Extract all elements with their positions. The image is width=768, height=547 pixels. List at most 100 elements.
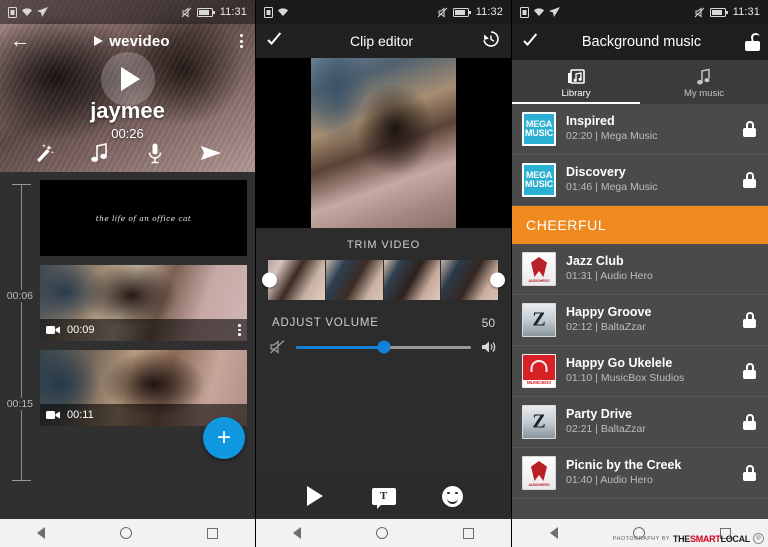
track-subtitle: 01:31 | Audio Hero xyxy=(566,270,653,283)
volume-slider-row[interactable] xyxy=(256,330,511,354)
nav-recents-icon[interactable] xyxy=(206,527,218,539)
brand-logo: wevideo xyxy=(26,33,238,50)
timeline[interactable]: 00:06 00:15 the life of an office cat 00… xyxy=(0,172,255,495)
nav-home-icon[interactable] xyxy=(375,527,388,539)
panel-clip-editor: 11:32 Clip editor TRIM VIDEO ADJUST VOLU… xyxy=(256,0,512,547)
panel-video-editor: 11:31 ← wevideo jaymee 00:26 00:06 00:15… xyxy=(0,0,256,547)
trim-handle-end[interactable] xyxy=(490,272,505,288)
nav-recents-icon[interactable] xyxy=(462,527,474,539)
nav-back-icon[interactable] xyxy=(549,527,558,539)
music-note-icon[interactable] xyxy=(83,139,117,167)
clip-duration: 00:09 xyxy=(67,324,95,336)
tab-library[interactable]: Library xyxy=(512,60,640,104)
track-subtitle: 02:20 | Mega Music xyxy=(566,130,658,143)
track-title: Inspired xyxy=(566,113,615,128)
ruler-mark-2: 00:15 xyxy=(0,398,38,410)
track-meta: Picnic by the Creek 01:40 | Audio Hero xyxy=(566,458,733,488)
album-art: MEGA MUSIC xyxy=(522,112,556,146)
lock-icon[interactable] xyxy=(743,363,756,379)
list-item[interactable]: AUDIOHERO Jazz Club 01:31 | Audio Hero xyxy=(512,244,768,295)
tab-label: My music xyxy=(683,88,725,99)
timeline-clip-2[interactable]: 00:11 xyxy=(40,350,247,426)
microphone-icon[interactable] xyxy=(138,139,172,167)
magic-wand-icon[interactable] xyxy=(27,139,61,167)
timeline-ruler: 00:06 00:15 xyxy=(0,180,38,495)
volume-section: ADJUST VOLUME 50 xyxy=(256,300,511,330)
lock-icon[interactable] xyxy=(743,121,756,137)
preview-tools xyxy=(0,139,255,167)
track-title: Happy Groove xyxy=(566,304,652,319)
list-item[interactable]: Z Party Drive 02:21 | BaltaZzar xyxy=(512,397,768,448)
nav-back-icon[interactable] xyxy=(37,527,46,539)
location-icon xyxy=(549,7,560,17)
check-icon[interactable] xyxy=(522,32,542,52)
track-meta: Party Drive 02:21 | BaltaZzar xyxy=(566,407,733,437)
status-bar: 11:31 xyxy=(512,0,768,24)
status-time: 11:31 xyxy=(732,6,760,18)
video-camera-icon xyxy=(46,410,60,420)
list-item[interactable]: AUDIOHERO Picnic by the Creek 01:40 | Au… xyxy=(512,448,768,499)
video-preview[interactable]: 11:31 ← wevideo jaymee 00:26 xyxy=(0,0,255,172)
timeline-clip-title[interactable]: the life of an office cat xyxy=(40,180,247,256)
category-header: CHEERFUL xyxy=(512,206,768,244)
add-clip-fab[interactable]: + xyxy=(203,417,245,459)
status-bar: 11:32 xyxy=(256,0,511,24)
status-time: 11:31 xyxy=(219,6,247,18)
album-art: Z xyxy=(522,303,556,337)
track-meta: Discovery 01:46 | Mega Music xyxy=(566,165,733,195)
track-list: MEGA MUSIC Inspired 02:20 | Mega Music ME… xyxy=(512,104,768,499)
timeline-clip-1[interactable]: 00:09 xyxy=(40,265,247,341)
three-panel-screenshot: 11:31 ← wevideo jaymee 00:26 00:06 00:15… xyxy=(0,0,768,547)
app-bar: Background music xyxy=(512,24,768,60)
volume-slider-knob[interactable] xyxy=(377,340,390,354)
unlock-icon[interactable] xyxy=(745,32,761,51)
share-icon[interactable] xyxy=(194,139,228,167)
mute-icon xyxy=(694,6,705,18)
lock-icon[interactable] xyxy=(743,414,756,430)
volume-up-icon[interactable] xyxy=(481,340,497,354)
track-meta: Inspired 02:20 | Mega Music xyxy=(566,114,733,144)
clip-preview[interactable] xyxy=(256,58,511,228)
android-nav-bar xyxy=(0,519,255,547)
list-item[interactable]: MUSICBOX Happy Go Ukelele 01:10 | MusicB… xyxy=(512,346,768,397)
battery-icon xyxy=(196,7,215,17)
location-icon xyxy=(37,7,48,17)
play-button[interactable] xyxy=(297,480,333,512)
volume-mute-icon[interactable] xyxy=(270,340,286,354)
volume-slider[interactable] xyxy=(296,340,471,354)
battery-icon xyxy=(709,7,728,17)
track-subtitle: 01:10 | MusicBox Studios xyxy=(566,372,685,385)
list-item[interactable]: MEGA MUSIC Inspired 02:20 | Mega Music xyxy=(512,104,768,155)
app-bar: ← wevideo xyxy=(0,24,255,58)
music-note-icon xyxy=(697,68,711,86)
volume-slider-fill xyxy=(296,345,384,349)
list-item[interactable]: Z Happy Groove 02:12 | BaltaZzar xyxy=(512,295,768,346)
nav-home-icon[interactable] xyxy=(119,527,132,539)
album-art: MUSICBOX xyxy=(522,354,556,388)
history-icon[interactable] xyxy=(481,29,501,54)
tab-label: Library xyxy=(561,88,591,99)
album-art: Z xyxy=(522,405,556,439)
overflow-menu-icon[interactable] xyxy=(238,30,245,52)
volume-value: 50 xyxy=(481,316,495,330)
trim-control[interactable] xyxy=(262,260,505,300)
list-item[interactable]: MEGA MUSIC Discovery 01:46 | Mega Music xyxy=(512,155,768,206)
nav-back-icon[interactable] xyxy=(293,527,302,539)
track-title: Picnic by the Creek xyxy=(566,457,682,472)
check-icon[interactable] xyxy=(266,31,286,51)
watermark-prefix: PHOTOGRAPHY BY xyxy=(612,535,670,542)
play-icon xyxy=(306,486,323,506)
lock-icon[interactable] xyxy=(743,312,756,328)
clip-overflow-icon[interactable] xyxy=(238,324,241,336)
watermark-brand: THESMARTLOCAL xyxy=(672,533,750,544)
mute-icon xyxy=(181,6,192,18)
add-text-button[interactable]: T xyxy=(366,480,402,512)
lock-icon[interactable] xyxy=(743,465,756,481)
lock-icon[interactable] xyxy=(743,172,756,188)
music-tabs: Library My music xyxy=(512,60,768,104)
add-emoji-button[interactable] xyxy=(435,480,471,512)
trim-handle-start[interactable] xyxy=(262,272,277,288)
trim-section-label: TRIM VIDEO xyxy=(346,239,421,251)
tab-my-music[interactable]: My music xyxy=(640,60,768,104)
clip-list: the life of an office cat 00:09 00:11 xyxy=(40,180,247,426)
